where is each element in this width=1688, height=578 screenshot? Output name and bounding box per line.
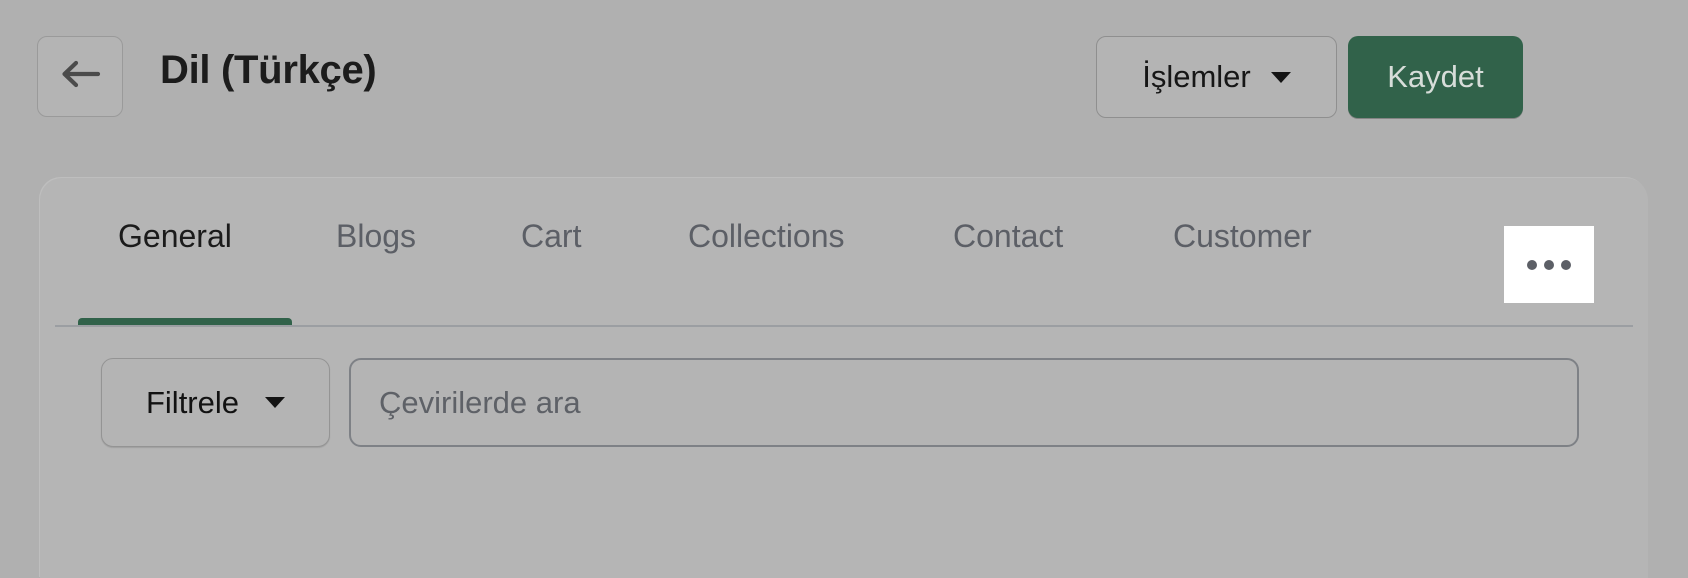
tab-bar: General Blogs Cart Collections Contact C… (40, 178, 1648, 327)
search-input[interactable]: Çevirilerde ara (349, 358, 1579, 447)
page-header: Dil (Türkçe) İşlemler Kaydet (0, 0, 1688, 155)
ellipsis-horizontal-icon (1561, 259, 1571, 270)
filter-button[interactable]: Filtrele (101, 358, 330, 447)
translations-card: General Blogs Cart Collections Contact C… (40, 178, 1648, 578)
save-button[interactable]: Kaydet (1348, 36, 1523, 118)
search-input-placeholder: Çevirilerde ara (379, 384, 581, 420)
filter-button-label: Filtrele (145, 384, 239, 420)
ellipsis-horizontal-icon (1544, 259, 1554, 270)
back-button[interactable] (37, 36, 123, 117)
tab-cart[interactable]: Cart (521, 218, 581, 255)
chevron-down-icon (265, 397, 285, 408)
tab-contact[interactable]: Contact (953, 218, 1063, 255)
tab-overflow-button[interactable] (1504, 226, 1594, 303)
tab-collections[interactable]: Collections (688, 218, 845, 255)
tab-bar-divider (55, 325, 1633, 327)
chevron-down-icon (1270, 71, 1291, 83)
arrow-left-icon (58, 56, 102, 97)
actions-dropdown-button[interactable]: İşlemler (1096, 36, 1337, 118)
page-title: Dil (Türkçe) (160, 48, 377, 92)
save-button-label: Kaydet (1387, 59, 1484, 94)
tab-customer[interactable]: Customer (1173, 218, 1312, 255)
ellipsis-horizontal-icon (1527, 259, 1537, 270)
tab-general[interactable]: General (118, 218, 232, 255)
filter-search-row: Filtrele Çevirilerde ara (40, 358, 1648, 454)
actions-dropdown-label: İşlemler (1142, 59, 1251, 94)
tab-blogs[interactable]: Blogs (336, 218, 416, 255)
